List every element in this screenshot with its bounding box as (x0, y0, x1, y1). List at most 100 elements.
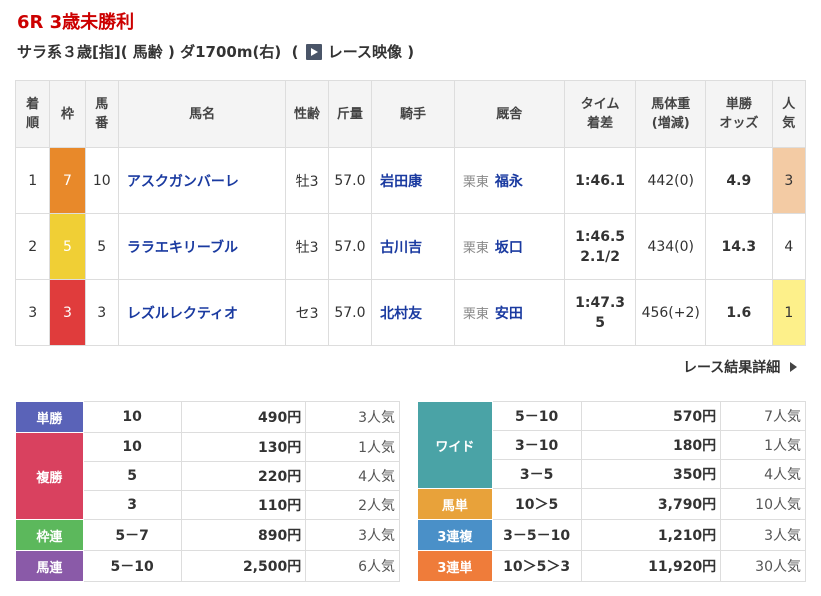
horse-name-link[interactable]: アスクガンバーレ (117, 147, 287, 214)
stable-cell: 栗東 坂口 (453, 213, 565, 280)
result-row: 2 5 5 ララエキリーブル 牡3 57.0 古川吉 栗東 坂口 1:46.5 2… (14, 213, 807, 280)
payout-amount: 130円 (180, 432, 307, 462)
payout-table-left: 単勝 10 490円 3人気 複勝 10 130円 1人気 5 220円 4人気… (15, 401, 400, 582)
payout-combo: 5－7 (82, 519, 182, 551)
race-conditions: サラ系３歳[指]( 馬齢 ) ダ1700m(右) ( レース映像 ) (17, 41, 414, 62)
payout-combo: 5－10 (491, 401, 582, 431)
sex-age: セ3 (285, 279, 329, 346)
payout-popularity: 6人気 (305, 550, 400, 582)
payout-combo: 3－10 (491, 430, 582, 460)
payout-row-trifecta: 3連単 10＞5＞3 11,920円 30人気 (417, 550, 806, 582)
race-conditions-close: ) (401, 42, 415, 61)
header-sex-age: 性齢 (285, 80, 329, 148)
header-waku: 枠 (49, 80, 86, 148)
payout-popularity: 3人気 (305, 519, 400, 551)
header-weight: 斤量 (327, 80, 373, 148)
rank: 1 (14, 147, 51, 214)
umaban: 10 (84, 147, 119, 214)
finish-time: 1:46.1 (563, 147, 637, 214)
chevron-right-icon (790, 362, 798, 372)
stable-cell: 栗東 福永 (453, 147, 565, 214)
header-time: タイム 着差 (563, 80, 637, 148)
waku-badge: 5 (49, 213, 86, 280)
payout-combo: 3 (82, 490, 182, 520)
header-popularity: 人 気 (771, 80, 807, 148)
stable-location: 栗東 (462, 306, 489, 322)
header-umaban: 馬 番 (84, 80, 119, 148)
win-odds: 14.3 (705, 213, 773, 280)
result-table: 着 順 枠 馬 番 馬名 性齢 斤量 騎手 厩舎 タイム 着差 馬体重 (増減)… (14, 80, 807, 346)
payout-combo: 10 (82, 401, 182, 433)
payout-row-exacta: 馬単 10＞5 3,790円 10人気 (417, 488, 806, 520)
header-jockey: 騎手 (371, 80, 455, 148)
jockey-link[interactable]: 古川吉 (371, 213, 455, 280)
trainer-link[interactable]: 坂口 (495, 240, 523, 256)
stable-location: 栗東 (462, 240, 489, 256)
waku-badge: 7 (49, 147, 86, 214)
weight: 57.0 (327, 213, 373, 280)
payout-amount: 3,790円 (580, 488, 722, 520)
payout-popularity: 3人気 (720, 519, 806, 551)
finish-time: 1:47.3 5 (563, 279, 637, 346)
rank: 3 (14, 279, 51, 346)
payout-amount: 570円 (580, 401, 722, 431)
trainer-link[interactable]: 安田 (495, 306, 523, 322)
payout-combo: 3－5 (491, 459, 582, 489)
popularity: 4 (771, 213, 807, 280)
payout-table-right: ワイド 5－10 570円 7人気 3－10 180円 1人気 3－5 350円… (417, 401, 806, 582)
payout-combo: 10＞5 (491, 488, 582, 520)
weight: 57.0 (327, 147, 373, 214)
payout-combo: 10＞5＞3 (491, 550, 582, 582)
jockey-link[interactable]: 岩田康 (371, 147, 455, 214)
payout-popularity: 10人気 (720, 488, 806, 520)
payout-label-trifecta: 3連単 (417, 550, 493, 582)
win-odds: 4.9 (705, 147, 773, 214)
payout-label-win: 単勝 (15, 401, 84, 433)
umaban: 3 (84, 279, 119, 346)
payout-popularity: 7人気 (720, 401, 806, 431)
payout-combo: 5－10 (82, 550, 182, 582)
detail-link-label: レース結果詳細 (683, 360, 781, 376)
header-rank: 着 順 (14, 80, 51, 148)
result-header-row: 着 順 枠 馬 番 馬名 性齢 斤量 騎手 厩舎 タイム 着差 馬体重 (増減)… (14, 80, 807, 148)
payout-row-trio: 3連複 3－5－10 1,210円 3人気 (417, 519, 806, 551)
sex-age: 牡3 (285, 147, 329, 214)
payout-combo: 10 (82, 432, 182, 462)
result-row: 3 3 3 レズルレクティオ セ3 57.0 北村友 栗東 安田 1:47.3 5… (14, 279, 807, 346)
sex-age: 牡3 (285, 213, 329, 280)
payout-amount: 2,500円 (180, 550, 307, 582)
header-stable: 厩舎 (453, 80, 565, 148)
header-horse-name: 馬名 (117, 80, 287, 148)
payout-label-wide: ワイド (417, 401, 493, 489)
payout-row-wide: ワイド 5－10 570円 7人気 (417, 401, 806, 489)
horse-name-link[interactable]: ララエキリーブル (117, 213, 287, 280)
payout-popularity: 2人気 (305, 490, 400, 520)
payout-amount: 1,210円 (580, 519, 722, 551)
payout-label-exacta: 馬単 (417, 488, 493, 520)
payout-amount: 350円 (580, 459, 722, 489)
jockey-link[interactable]: 北村友 (371, 279, 455, 346)
payout-combo: 5 (82, 461, 182, 491)
rank: 2 (14, 213, 51, 280)
video-play-icon[interactable] (305, 43, 322, 60)
payout-label-place: 複勝 (15, 432, 84, 520)
race-video-link[interactable]: レース映像 (328, 41, 402, 62)
payout-combo: 3－5－10 (491, 519, 582, 551)
race-result-detail-link[interactable]: レース結果詳細 (683, 357, 798, 377)
payout-popularity: 4人気 (305, 461, 400, 491)
payout-popularity: 30人気 (720, 550, 806, 582)
payout-popularity: 4人気 (720, 459, 806, 489)
finish-time: 1:46.5 2.1/2 (563, 213, 637, 280)
header-odds: 単勝 オッズ (705, 80, 773, 148)
payout-amount: 490円 (180, 401, 307, 433)
horse-name-link[interactable]: レズルレクティオ (117, 279, 287, 346)
payout-amount: 890円 (180, 519, 307, 551)
payout-label-bracket: 枠連 (15, 519, 84, 551)
umaban: 5 (84, 213, 119, 280)
payout-row-quinella: 馬連 5－10 2,500円 6人気 (15, 550, 400, 582)
body-weight: 434(0) (635, 213, 707, 280)
weight: 57.0 (327, 279, 373, 346)
trainer-link[interactable]: 福永 (495, 174, 523, 190)
payout-label-quinella: 馬連 (15, 550, 84, 582)
payout-popularity: 3人気 (305, 401, 400, 433)
